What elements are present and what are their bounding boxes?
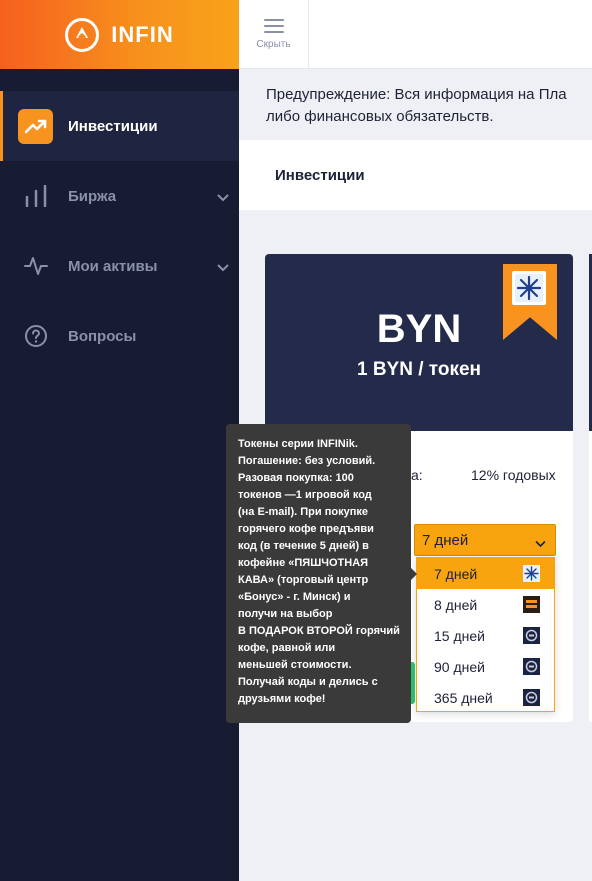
tooltip-line: «Бонус» - г. Минск) и [238,591,351,603]
rate-label: а: [411,467,423,483]
period-select[interactable]: 7 дней [414,524,556,556]
breadcrumb-item[interactable]: Инвестиции [275,167,365,184]
sidebar: INFIN Инвестиции Биржа Мои активы Вопрос… [0,0,239,881]
sidebar-nav: Инвестиции Биржа Мои активы Вопросы [0,91,239,371]
sidebar-item-exchange[interactable]: Биржа [0,161,239,231]
sidebar-item-label: Мои активы [68,257,158,275]
period-dropdown: 7 дней 8 дней 15 дней 90 дней 365 дней [416,557,555,712]
tooltip-line: В ПОДАРОК ВТОРОЙ горячий [238,625,400,637]
tooltip-line: кофе, равной или [238,642,336,654]
tooltip-line: кофейне «ПЯШЧОТНАЯ [238,557,369,569]
period-option[interactable]: 7 дней [417,558,554,589]
card-subtitle: 1 BYN / токен [356,359,481,380]
hide-label: Скрыть [256,39,291,50]
activity-icon [18,249,53,284]
tooltip-line: Токены серии INFINik. [238,438,358,450]
tooltip-line: получи на выбор [238,608,333,620]
period-option[interactable]: 90 дней [417,651,554,682]
cafe-logo-icon [523,596,540,613]
breadcrumb: Инвестиции [239,140,592,210]
brand-name: INFIN [111,21,174,47]
tooltip-line: код (в течение 5 дней) в [238,540,369,552]
sidebar-item-questions[interactable]: Вопросы [0,301,239,371]
snowflake-logo-icon [523,565,540,582]
warning-line: либо финансовых обязательств. [266,108,494,125]
token-info-tooltip: Токены серии INFINik. Погашение: без усл… [226,424,417,723]
tooltip-line: токенов —1 игровой код [238,489,372,501]
tooltip-line: горячего кофе предъяви [238,523,374,535]
chevron-down-icon [217,259,229,276]
period-option[interactable]: 15 дней [417,620,554,651]
tooltip-line: (на E-mail). При покупке [238,506,368,518]
trending-up-icon [18,108,53,144]
tooltip-line: Получай коды и делись с [238,676,378,688]
card-header: BYN 1 BYN / токен [265,254,573,431]
token-logo-icon [523,627,540,644]
period-select-value: 7 дней [422,531,469,549]
sidebar-item-assets[interactable]: Мои активы [0,231,239,301]
tooltip-line: Разовая покупка: 100 [238,472,354,484]
token-logo-icon [523,689,540,706]
partner-logo-icon [512,271,546,305]
tooltip-line: Погашение: без условий. [238,455,376,467]
period-option[interactable]: 8 дней [417,589,554,620]
sidebar-item-label: Инвестиции [68,117,158,135]
sidebar-item-label: Вопросы [68,327,137,345]
warning-banner: Предупреждение: Вся информация на Пла ли… [239,70,592,140]
top-header: Скрыть [239,0,592,69]
sidebar-item-investments[interactable]: Инвестиции [0,91,239,161]
tooltip-line: меньшей стоимости. [238,659,352,671]
tooltip-arrow [411,568,417,580]
hide-sidebar-button[interactable]: Скрыть [239,0,309,69]
token-logo-icon [523,658,540,675]
bar-chart-icon [18,179,53,214]
warning-line: Предупреждение: Вся информация на Пла [266,86,567,103]
question-icon [18,319,53,354]
chevron-down-icon [535,535,546,552]
sidebar-item-label: Биржа [68,187,117,205]
rate-value: 12% годовых [471,467,556,483]
logo-bar[interactable]: INFIN [0,0,239,69]
menu-icon [263,19,284,33]
tooltip-line: друзьями кофе! [238,693,326,705]
tooltip-line: КАВА» (торговый центр [238,574,369,586]
chevron-down-icon [217,189,229,206]
logo-icon [65,17,100,52]
period-option[interactable]: 365 дней [417,682,554,713]
